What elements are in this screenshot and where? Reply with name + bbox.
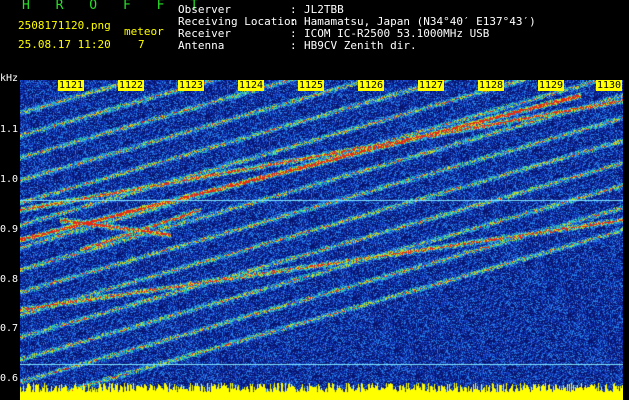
y-tick-label: 0.6 — [0, 373, 19, 384]
y-tick-label: 1.0 — [0, 174, 19, 185]
file-name: 2508171120.png — [18, 19, 111, 32]
x-tick-label: 1127 — [418, 80, 445, 91]
right-border — [623, 80, 629, 400]
x-tick-label: 1129 — [538, 80, 565, 91]
y-axis-unit: kHz — [0, 73, 19, 84]
spectrogram-canvas — [20, 80, 623, 400]
y-tick-label: 0.9 — [0, 224, 19, 235]
x-tick-label: 1126 — [358, 80, 385, 91]
y-tick-label: 0.8 — [0, 274, 19, 285]
meteor-count: 7 — [138, 38, 145, 51]
y-tick-label: 1.1 — [0, 124, 19, 135]
x-tick-label: 1122 — [118, 80, 145, 91]
meteor-label: meteor — [124, 25, 164, 38]
x-tick-label: 1124 — [238, 80, 265, 91]
x-tick-label: 1121 — [58, 80, 85, 91]
y-tick-label: 0.7 — [0, 323, 19, 334]
x-tick-label: 1125 — [298, 80, 325, 91]
date-time: 25.08.17 11:20 — [18, 38, 111, 51]
info-antenna: Antenna: HB9CV Zenith dir. — [178, 39, 417, 52]
x-tick-label: 1123 — [178, 80, 205, 91]
x-tick-label: 1130 — [596, 80, 623, 91]
x-tick-label: 1128 — [478, 80, 505, 91]
